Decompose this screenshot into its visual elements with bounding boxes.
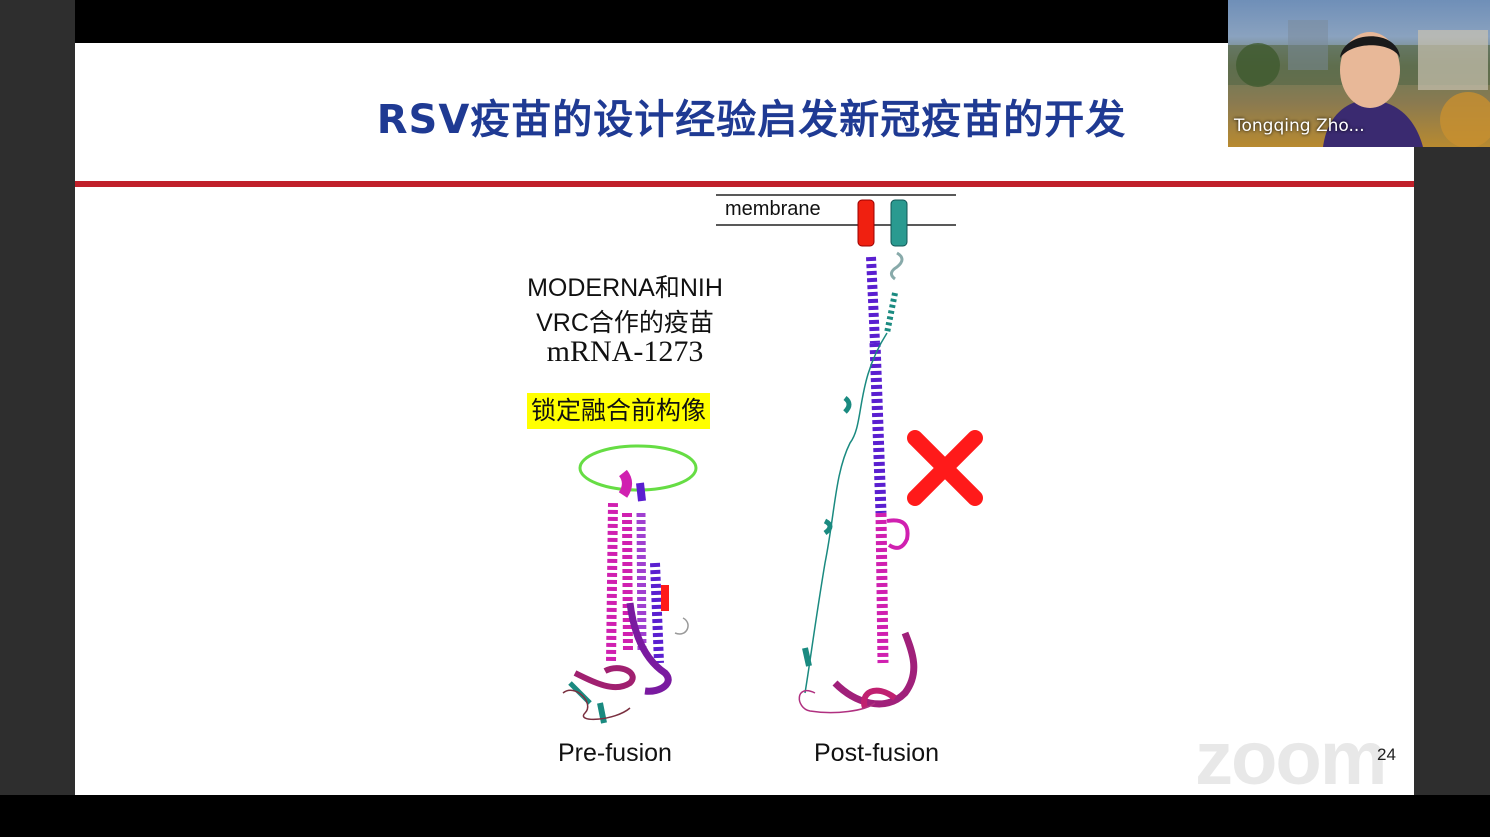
participant-video-tile[interactable]: Tongqing Zho... bbox=[1228, 0, 1490, 147]
vaccine-text-line2: VRC合作的疫苗 bbox=[536, 309, 714, 337]
highlighted-label: 锁定融合前构像 bbox=[527, 393, 711, 429]
zoom-logo: zoom bbox=[1195, 716, 1387, 795]
pre-fusion-structure bbox=[562, 469, 689, 724]
vaccine-text-line1: MODERNA和NIH bbox=[527, 274, 723, 302]
membrane-label: membrane bbox=[725, 198, 821, 220]
pre-fusion-caption: Pre-fusion bbox=[558, 739, 672, 767]
tm-helix-teal bbox=[890, 199, 908, 247]
red-x-icon bbox=[907, 430, 983, 506]
video-frame-left bbox=[0, 0, 75, 837]
tm-helix-red bbox=[857, 199, 875, 247]
shared-slide: RSV疫苗的设计经验启发新冠疫苗的开发 membrane MODERNA和NIH… bbox=[75, 43, 1414, 795]
video-frame-right bbox=[1414, 147, 1490, 795]
vaccine-text-line3: mRNA-1273 bbox=[546, 335, 704, 368]
post-fusion-caption: Post-fusion bbox=[814, 739, 940, 767]
post-fusion-structure bbox=[798, 251, 918, 714]
protein-structures-figure bbox=[562, 194, 983, 724]
slide-page-number: 24 bbox=[1377, 745, 1396, 764]
video-frame-top bbox=[75, 0, 1230, 43]
video-frame-bottom bbox=[0, 795, 1490, 837]
participant-name-label: Tongqing Zho... bbox=[1234, 116, 1365, 136]
